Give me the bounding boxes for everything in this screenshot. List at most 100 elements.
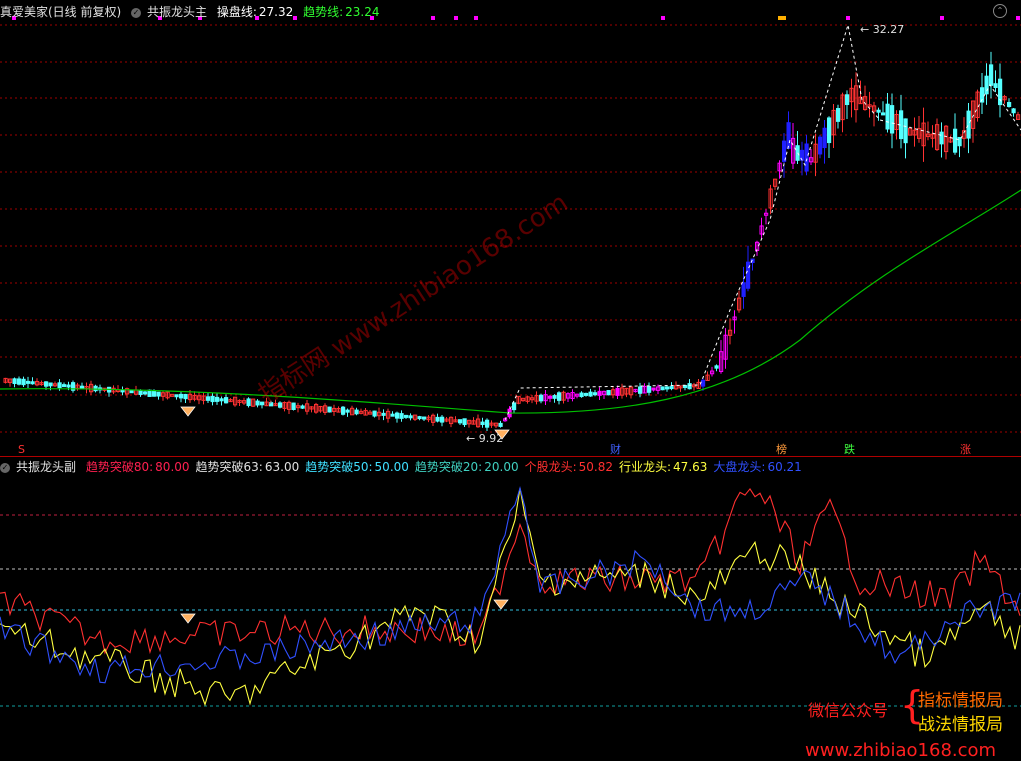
candle-body (552, 395, 557, 399)
candle-body (21, 378, 26, 386)
candle-body (539, 394, 544, 402)
candle-body (422, 416, 427, 420)
candle-body (66, 384, 71, 388)
candle-body (26, 380, 31, 384)
line2-value: 23.24 (345, 5, 380, 19)
swing-dashed-line (504, 24, 1021, 421)
high-price-label: ← 32.27 (860, 23, 904, 36)
candle-body (984, 75, 989, 95)
candle-body (579, 392, 584, 398)
candle-body (341, 406, 346, 415)
candle-body (665, 386, 670, 390)
candle-body (836, 108, 841, 122)
candle-body (48, 382, 53, 387)
sub-item-label-1: 趋势突破63: (195, 460, 263, 474)
candle-body (93, 385, 98, 392)
candle-body (593, 392, 598, 396)
candle-body (606, 390, 611, 396)
sub-item-label-2: 趋势突破50: (305, 460, 373, 474)
candle-body (206, 396, 211, 401)
candle-body (548, 395, 553, 399)
candle-body (669, 386, 674, 390)
candle-body (210, 395, 215, 403)
candle-body (1011, 108, 1016, 114)
sub-item-label-4: 个股龙头: (524, 460, 577, 474)
candle-body (588, 391, 593, 397)
candle-body (143, 391, 148, 395)
main-chart-header: 真爱美家(日线 前复权) ✓ 共振龙头主 操盘线: 27.32 趋势线: 23.24 (0, 3, 1021, 21)
candle-body (390, 413, 395, 417)
candle-body (485, 419, 490, 428)
candle-body (156, 391, 161, 397)
candle-body (786, 122, 791, 149)
die-marker[interactable]: 跌 (844, 443, 855, 457)
candle-body (683, 385, 688, 389)
sub-indicator-settings-icon[interactable]: ✓ (0, 462, 10, 473)
panel-divider (0, 456, 1021, 457)
candle-body (939, 131, 944, 145)
candle-body (345, 409, 350, 413)
collapse-chevron-icon[interactable]: ⌃ (993, 4, 1007, 18)
candle-body (440, 416, 445, 423)
sub-item-value-3: 20.00 (484, 460, 519, 474)
main-indicator-name[interactable]: 共振龙头主 (147, 5, 207, 19)
candle-body (804, 143, 809, 172)
line2-label: 趋势线: (303, 5, 344, 19)
cai-marker[interactable]: 财 (610, 443, 621, 457)
candle-body (183, 393, 188, 400)
sub-item-value-6: 60.21 (767, 460, 802, 474)
candle-body (219, 398, 224, 402)
candle-body (246, 398, 251, 407)
candle-body (300, 405, 305, 409)
candle-body (953, 128, 958, 153)
candle-body (152, 390, 157, 397)
candle-body (215, 396, 220, 402)
sub-chart-header: ✓ 共振龙头副 趋势突破80: 80.00 趋势突破63: 63.00 趋势突破50: 50… (0, 458, 1021, 476)
candle-body (557, 392, 562, 401)
sub-item-value-5: 47.63 (673, 460, 708, 474)
candle-body (395, 412, 400, 419)
wechat-watermark: 微信公众号 (808, 701, 889, 720)
candle-body (80, 385, 85, 389)
candle-body (30, 381, 35, 385)
candle-body (129, 390, 134, 394)
candle-body (714, 365, 719, 369)
sub-item-label-3: 趋势突破20: (414, 460, 483, 474)
sub-indicator-name[interactable]: 共振龙头副 (16, 460, 76, 474)
candle-body (174, 394, 179, 398)
line1-label: 操盘线: (216, 5, 257, 19)
s-marker[interactable]: S (18, 443, 25, 457)
candle-body (435, 416, 440, 422)
indicator-settings-icon[interactable]: ✓ (131, 7, 142, 18)
candle-body (615, 387, 620, 396)
candle-body (417, 416, 422, 420)
bang-marker[interactable]: 榜 (776, 443, 787, 457)
sub-item-value-4: 50.82 (578, 460, 613, 474)
candle-body (818, 136, 823, 155)
candle-body (966, 110, 971, 139)
candle-body (57, 382, 62, 389)
candle-body (827, 117, 832, 144)
candle-body (1007, 101, 1012, 108)
chart-canvas[interactable]: ← 32.27← 9.92 (0, 0, 1021, 761)
candle-body (480, 421, 485, 425)
candle-body (408, 415, 413, 419)
candle-body (876, 109, 881, 113)
candle-body (890, 105, 895, 134)
stock-title[interactable]: 真爱美家(日线 前复权) (0, 5, 121, 19)
candle-body (989, 64, 994, 86)
zhang-marker[interactable]: 涨 (960, 443, 971, 457)
candle-body (62, 384, 67, 388)
candle-body (512, 402, 517, 411)
candle-body (651, 387, 656, 391)
brand2-watermark: 战法情报局 (918, 715, 1003, 735)
industry-leader-line (0, 488, 1021, 707)
candle-body (822, 127, 827, 149)
sub-indicator-values: 趋势突破80: 80.00 趋势突破63: 63.00 趋势突破50: 50.00 趋势突破… (86, 460, 808, 474)
candle-body (12, 378, 17, 385)
candle-body (381, 412, 386, 416)
candle-body (741, 282, 746, 297)
candle-body (138, 390, 143, 395)
candle-body (687, 383, 692, 390)
candle-body (957, 136, 962, 147)
